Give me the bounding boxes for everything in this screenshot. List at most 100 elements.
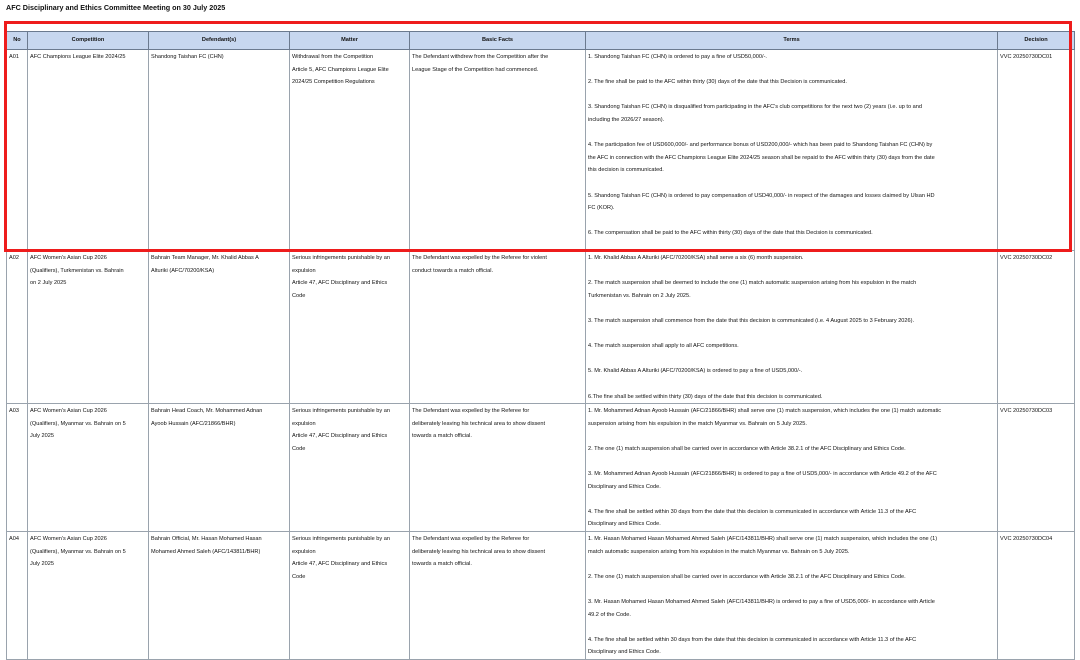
table-row: A04 AFC Women's Asian Cup 2026 (Qualifiers… bbox=[6, 531, 1075, 660]
competition-text: (Qualifiers), Myanmar vs. Bahrain on 5 bbox=[30, 420, 126, 427]
term-text: match automatic suspension arising from … bbox=[588, 548, 850, 555]
terms-cell: 1. Shandong Taishan FC (CHN) is ordered … bbox=[585, 49, 998, 251]
competition-cell: AFC Women's Asian Cup 2026 (Qualifiers), … bbox=[27, 403, 149, 533]
competition-cell: AFC Women's Asian Cup 2026 (Qualifiers), … bbox=[27, 249, 149, 405]
term-text: 4. The participation fee of USD600,000/-… bbox=[588, 142, 933, 149]
competition-text: July 2025 bbox=[30, 433, 54, 440]
matter-text: expulsion bbox=[292, 267, 316, 274]
term-text: 1. Mr. Mohammed Adnan Ayoob Hussain (AFC… bbox=[588, 408, 942, 415]
term-text: Disciplinary and Ethics Code. bbox=[588, 483, 661, 490]
matter-text: 2024/25 Competition Regulations bbox=[292, 79, 375, 86]
decision-reference: VVC 20250730DC01 bbox=[1000, 54, 1053, 60]
column-header-no: No bbox=[6, 31, 28, 50]
term-paragraph: 2. The one (1) match suspension shall be… bbox=[588, 571, 995, 584]
term-paragraph: 2. The fine shall be paid to the AFC wit… bbox=[588, 76, 995, 89]
basic-facts-text: The Defendant was expelled by the Refere… bbox=[412, 255, 547, 261]
basic-facts-text: deliberately leaving his technical area … bbox=[412, 420, 546, 427]
matter-text: Article 47, AFC Disciplinary and Ethics bbox=[292, 433, 388, 440]
term-text: 3. Mr. Hasan Mohamed Hasan Mohamed Ahmed… bbox=[588, 599, 935, 606]
term-text: 2. The one (1) match suspension shall be… bbox=[588, 573, 906, 580]
decision-reference: VVC 20250730DC04 bbox=[1000, 536, 1053, 543]
decision-cell: VVC 20250730DC04 bbox=[997, 531, 1075, 660]
term-paragraph: 4. The fine shall be settled within 30 d… bbox=[588, 634, 995, 659]
basic-facts-cell: The Defendant withdrew from the Competit… bbox=[409, 49, 586, 251]
competition-text: AFC Women's Asian Cup 2026 bbox=[30, 536, 107, 543]
defendant-text: Alturiki (AFC/70200/KSA) bbox=[151, 267, 215, 274]
term-paragraph: 4. The match suspension shall apply to a… bbox=[588, 340, 995, 353]
defendant-text: Bahrain Head Coach, Mr. Mohammed Adnan bbox=[151, 408, 263, 415]
matter-cell: Serious infringements punishable by an ex… bbox=[289, 531, 410, 660]
term-text: 49.2 of the Code. bbox=[588, 611, 631, 618]
matter-text: Code bbox=[292, 573, 306, 580]
defendant-cell: Bahrain Official, Mr. Hasan Mohamed Hasa… bbox=[148, 531, 290, 660]
term-text: this decision is communicated. bbox=[588, 167, 664, 174]
competition-text: on 2 July 2025 bbox=[30, 280, 67, 287]
term-text: 1. Shandong Taishan FC (CHN) is ordered … bbox=[588, 54, 767, 60]
basic-facts-cell: The Defendant was expelled by the Refere… bbox=[409, 249, 586, 405]
term-paragraph: 2. The match suspension shall be deemed … bbox=[588, 277, 995, 302]
table-row: A02 AFC Women's Asian Cup 2026 (Qualifiers… bbox=[6, 249, 1075, 405]
defendant-text: Bahrain Official, Mr. Hasan Mohamed Hasa… bbox=[151, 536, 262, 543]
table-body: A01 AFC Champions League Elite 2024/25 Sha… bbox=[6, 49, 1075, 660]
term-paragraph: 6.The fine shall be settled within thirt… bbox=[588, 391, 995, 403]
term-paragraph: 4. The participation fee of USD600,000/-… bbox=[588, 139, 995, 177]
term-paragraph: 3. The match suspension shall commence f… bbox=[588, 315, 995, 328]
term-paragraph: 4. The fine shall be settled within 30 d… bbox=[588, 506, 995, 531]
column-header-defendant: Defendant(s) bbox=[148, 31, 290, 50]
basic-facts-text: conduct towards a match official. bbox=[412, 267, 494, 274]
matter-cell: Serious infringements punishable by an ex… bbox=[289, 249, 410, 405]
matter-text: Code bbox=[292, 292, 306, 299]
row-number: A04 bbox=[9, 536, 19, 543]
matter-text: Article 47, AFC Disciplinary and Ethics bbox=[292, 280, 388, 287]
terms-cell: 1. Mr. Mohammed Adnan Ayoob Hussain (AFC… bbox=[585, 403, 998, 533]
row-number-cell: A03 bbox=[6, 403, 28, 533]
decision-cell: VVC 20250730DC02 bbox=[997, 249, 1075, 405]
term-text: 2. The match suspension shall be deemed … bbox=[588, 280, 917, 287]
row-number-cell: A04 bbox=[6, 531, 28, 660]
competition-text: (Qualifiers), Myanmar vs. Bahrain on 5 bbox=[30, 548, 126, 555]
competition-cell: AFC Women's Asian Cup 2026 (Qualifiers), … bbox=[27, 531, 149, 660]
term-text: 1. Mr. Khalid Abbas A Alturiki (AFC/7020… bbox=[588, 255, 804, 261]
competition-cell: AFC Champions League Elite 2024/25 bbox=[27, 49, 149, 251]
defendant-text: Mohamed Ahmed Saleh (AFC/143811/BHR) bbox=[151, 548, 261, 555]
column-header-basic-facts: Basic Facts bbox=[409, 31, 586, 50]
matter-text: Article 47, AFC Disciplinary and Ethics bbox=[292, 561, 388, 568]
matter-text: expulsion bbox=[292, 420, 316, 427]
column-header-competition: Competition bbox=[27, 31, 149, 50]
matter-text: expulsion bbox=[292, 548, 316, 555]
term-paragraph: 3. Shandong Taishan FC (CHN) is disquali… bbox=[588, 101, 995, 126]
column-header-terms: Terms bbox=[585, 31, 998, 50]
terms-cell: 1. Mr. Khalid Abbas A Alturiki (AFC/7020… bbox=[585, 249, 998, 405]
term-paragraph: 5. Mr. Khalid Abbas A Alturiki (AFC/7020… bbox=[588, 365, 995, 378]
competition-text: July 2025 bbox=[30, 561, 54, 568]
decision-reference: VVC 20250730DC03 bbox=[1000, 408, 1053, 415]
matter-text: Serious infringements punishable by an bbox=[292, 536, 390, 543]
decisions-table: No Competition Defendant(s) Matter Basic… bbox=[6, 31, 1075, 660]
matter-text: Article 5, AFC Champions League Elite bbox=[292, 66, 389, 73]
basic-facts-text: The Defendant withdrew from the Competit… bbox=[412, 54, 549, 60]
competition-text: AFC Women's Asian Cup 2026 bbox=[30, 408, 107, 415]
term-text: including the 2026/27 season). bbox=[588, 116, 665, 123]
term-paragraph: 3. Mr. Mohammed Adnan Ayoob Hussain (AFC… bbox=[588, 468, 995, 493]
header-row: No Competition Defendant(s) Matter Basic… bbox=[6, 31, 1075, 50]
basic-facts-text: The Defendant was expelled by the Refere… bbox=[412, 408, 530, 415]
term-paragraph: 1. Shandong Taishan FC (CHN) is ordered … bbox=[588, 51, 995, 64]
term-paragraph: 1. Mr. Khalid Abbas A Alturiki (AFC/7020… bbox=[588, 252, 995, 265]
term-text: FC (KOR). bbox=[588, 205, 615, 212]
basic-facts-text: deliberately leaving his technical area … bbox=[412, 548, 546, 555]
table-row: A03 AFC Women's Asian Cup 2026 (Qualifiers… bbox=[6, 403, 1075, 533]
column-header-decision: Decision bbox=[997, 31, 1075, 50]
matter-cell: Withdrawal from the Competition Article 5… bbox=[289, 49, 410, 251]
defendant-text: Bahrain Team Manager, Mr. Khalid Abbas A bbox=[151, 255, 259, 261]
term-paragraph: 5. Shandong Taishan FC (CHN) is ordered … bbox=[588, 190, 995, 215]
term-text: the AFC in connection with the AFC Champ… bbox=[588, 154, 935, 161]
page-title: AFC Disciplinary and Ethics Committee Me… bbox=[6, 3, 226, 12]
term-paragraph: 1. Mr. Hasan Mohamed Hasan Mohamed Ahmed… bbox=[588, 533, 995, 558]
row-number: A02 bbox=[9, 255, 19, 261]
defendant-text: Shandong Taishan FC (CHN) bbox=[151, 54, 224, 60]
row-number-cell: A01 bbox=[6, 49, 28, 251]
term-text: 2. The one (1) match suspension shall be… bbox=[588, 445, 906, 452]
basic-facts-text: towards a match official. bbox=[412, 433, 472, 440]
term-text: 3. Mr. Mohammed Adnan Ayoob Hussain (AFC… bbox=[588, 471, 937, 478]
term-text: suspension arising from his expulsion in… bbox=[588, 420, 807, 427]
